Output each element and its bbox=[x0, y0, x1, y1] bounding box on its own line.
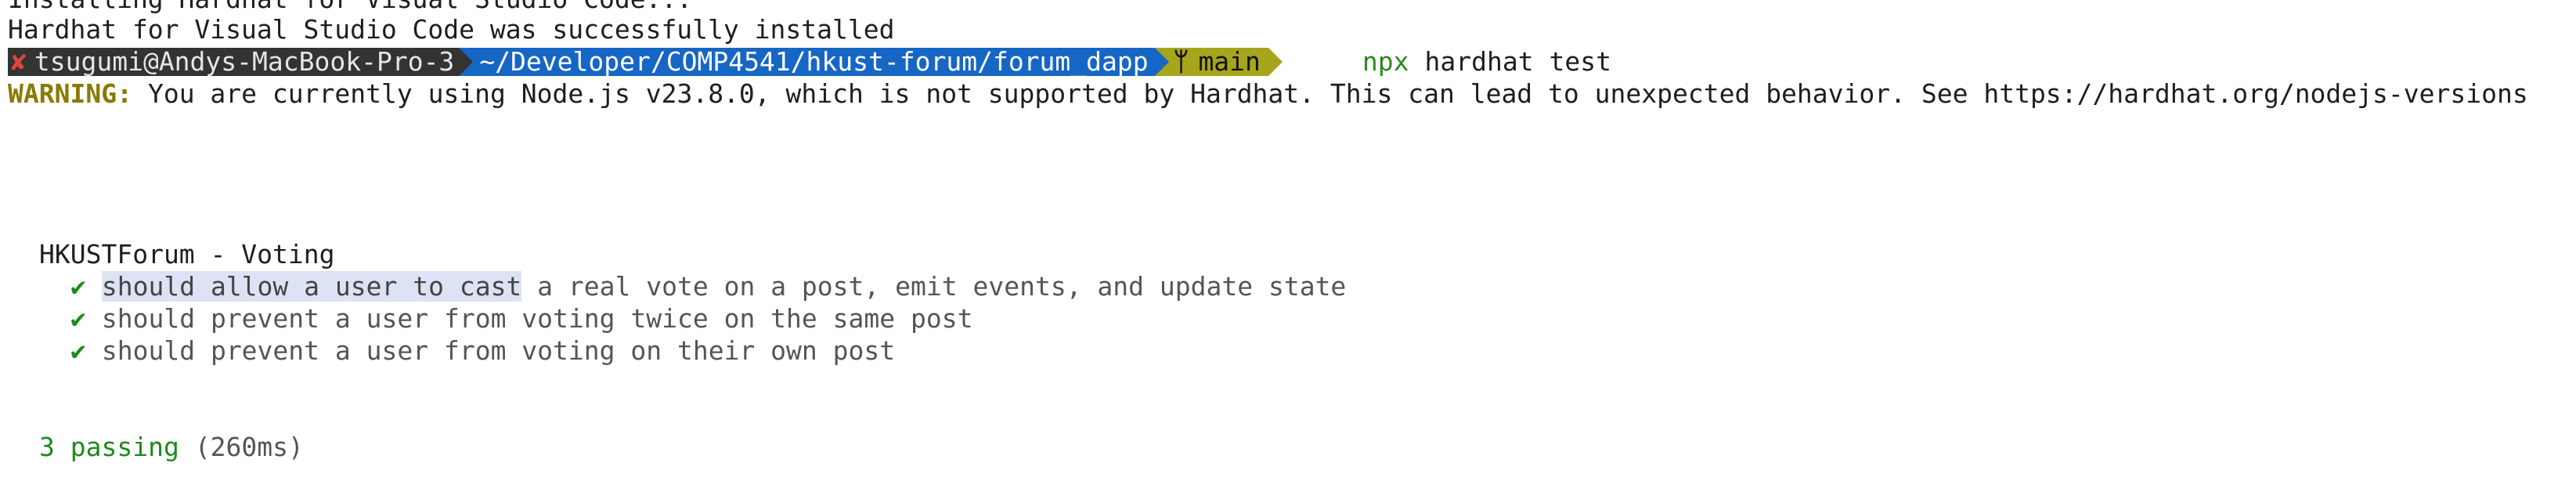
warning-message: You are currently using Node.js v23.8.0,… bbox=[147, 78, 2528, 109]
command-binary: npx bbox=[1362, 46, 1409, 77]
passing-count: 3 passing bbox=[39, 432, 179, 462]
test-name: should prevent a user from voting on the… bbox=[101, 335, 896, 366]
segment-separator bbox=[459, 47, 474, 76]
prompt-line: ✘ tsugumi@Andys-MacBook-Pro-3 ~/Develope… bbox=[8, 45, 1611, 78]
user-host: tsugumi@Andys-MacBook-Pro-3 bbox=[34, 46, 455, 77]
current-directory: ~/Developer/COMP4541/hkust-forum/forum_d… bbox=[479, 46, 1149, 77]
check-icon: ✔ bbox=[70, 335, 86, 366]
installed-message: Hardhat for Visual Studio Code was succe… bbox=[8, 14, 895, 45]
test-result-row: ✔ should prevent a user from voting on t… bbox=[70, 335, 895, 367]
prompt-user-segment: ✘ tsugumi@Andys-MacBook-Pro-3 bbox=[8, 46, 460, 77]
test-result-row: ✔ should prevent a user from voting twic… bbox=[70, 302, 972, 335]
segment-separator bbox=[1268, 47, 1283, 76]
suite-title-line: HKUSTForum - Voting bbox=[39, 238, 335, 270]
test-name: should prevent a user from voting twice … bbox=[101, 303, 973, 334]
check-icon: ✔ bbox=[70, 303, 86, 334]
text-selection[interactable]: should allow a user to cast bbox=[101, 271, 522, 302]
test-result-row: ✔ should allow a user to cast a real vot… bbox=[70, 270, 1346, 302]
test-duration: (260ms) bbox=[194, 432, 304, 462]
test-name: should allow a user to cast a real vote … bbox=[101, 270, 1347, 302]
prompt-git-segment: ᛘ main bbox=[1168, 46, 1268, 77]
segment-separator bbox=[1154, 47, 1169, 76]
check-icon: ✔ bbox=[70, 271, 86, 302]
git-branch: main bbox=[1198, 46, 1261, 77]
output-line: Hardhat for Visual Studio Code was succe… bbox=[8, 13, 894, 45]
branch-icon: ᛘ bbox=[1173, 46, 1189, 77]
summary-line: 3 passing (260ms) bbox=[39, 431, 304, 463]
command-arguments: hardhat test bbox=[1424, 46, 1611, 77]
test-name-rest: a real vote on a post, emit events, and … bbox=[521, 271, 1347, 302]
prompt-path-segment: ~/Developer/COMP4541/hkust-forum/forum_d… bbox=[473, 46, 1155, 77]
test-suite-title: HKUSTForum - Voting bbox=[39, 239, 335, 269]
warning-line: WARNING: You are currently using Node.js… bbox=[8, 78, 2528, 110]
warning-label: WARNING: bbox=[8, 78, 132, 109]
error-status-icon: ✘ bbox=[11, 46, 27, 77]
shell-prompt: ✘ tsugumi@Andys-MacBook-Pro-3 ~/Develope… bbox=[8, 46, 1283, 77]
terminal-window[interactable]: Installing Hardhat for Visual Studio Cod… bbox=[0, 0, 2576, 481]
